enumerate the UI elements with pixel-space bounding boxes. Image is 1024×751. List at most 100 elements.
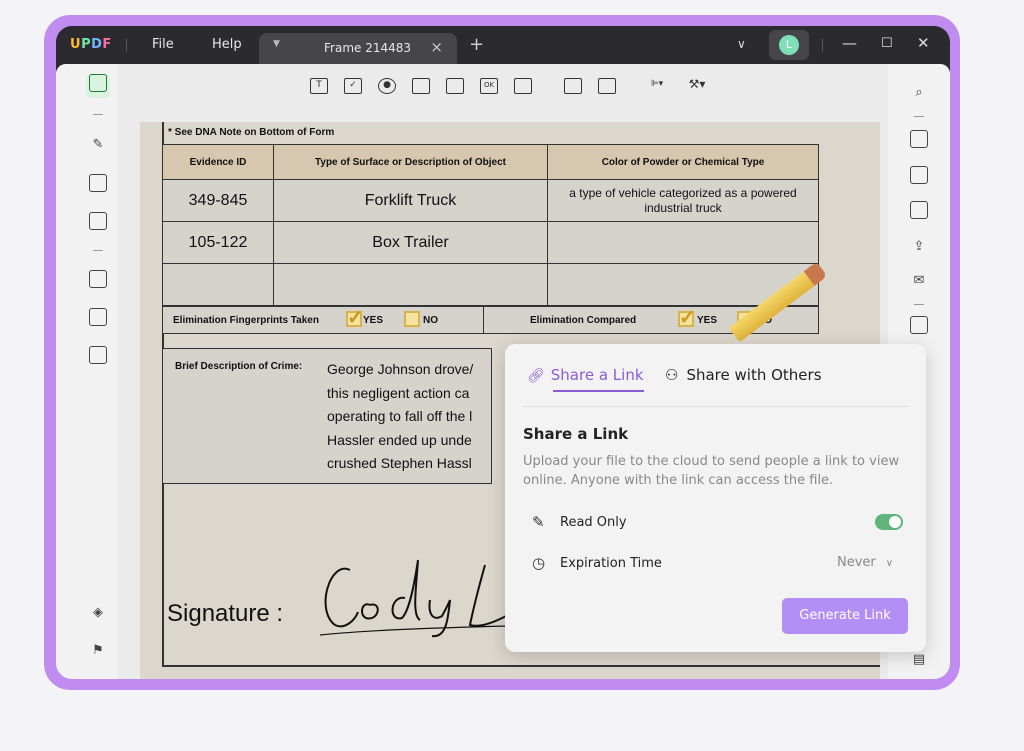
tab-title: Frame 214483	[324, 41, 412, 55]
crime-text-line: operating to fall off the l	[327, 408, 473, 424]
tab-share-link[interactable]: 🔗︎ Share a Link	[527, 366, 644, 384]
divider	[483, 307, 484, 333]
compared-yes-checkbox[interactable]	[678, 305, 696, 330]
tab-dropdown-icon[interactable]: ▼	[273, 39, 280, 49]
yes-label: YES	[697, 315, 718, 326]
expiration-select[interactable]: Never ∨	[837, 555, 893, 570]
table-row	[162, 263, 819, 306]
elimination-fingerprints-label: Elimination Fingerprints Taken	[173, 315, 319, 326]
combo-box-icon[interactable]	[412, 78, 430, 94]
popup-title: Share a Link	[523, 425, 629, 443]
divider	[914, 116, 924, 117]
maximize-icon[interactable]: ☐	[881, 36, 893, 51]
radio-button-icon[interactable]: ●	[378, 78, 396, 94]
search-icon[interactable]: ⌕	[908, 82, 930, 104]
app-logo: UPDF	[70, 37, 112, 52]
crime-text-line: Hassler ended up unde	[327, 432, 472, 448]
organize-pages-icon[interactable]	[87, 270, 109, 292]
checkbox-icon[interactable]: ✓	[344, 78, 362, 94]
crime-text-line: this negligent action ca	[327, 385, 470, 401]
share-popup: 🔗︎ Share a Link ⚇ Share with Others Share …	[505, 344, 926, 652]
comment-icon[interactable]: ▤	[908, 649, 930, 671]
reader-mode-icon[interactable]	[86, 74, 110, 98]
menu-file[interactable]: File	[152, 37, 174, 52]
pencil-off-icon: ✎	[532, 513, 545, 531]
duplicate-icon[interactable]	[564, 78, 582, 94]
tab-share-with-others[interactable]: ⚇ Share with Others	[665, 366, 822, 384]
table-cell[interactable]: Forklift Truck	[273, 179, 548, 222]
evidence-table: Evidence ID Type of Surface or Descripti…	[162, 144, 819, 306]
column-header: Color of Powder or Chemical Type	[547, 144, 819, 180]
expiration-value: Never	[837, 555, 876, 570]
form-icon[interactable]	[87, 212, 109, 234]
column-header: Evidence ID	[162, 144, 274, 180]
title-bar: UPDF File Help ▼ Frame 214483 × + ∨ L — …	[56, 26, 950, 64]
signature-label: Signature :	[167, 600, 284, 627]
left-sidebar: ✎ ◈ ⚑	[56, 64, 118, 679]
layers-icon[interactable]: ◈	[87, 602, 109, 624]
menu-help[interactable]: Help	[212, 37, 242, 52]
table-row: 105-122 Box Trailer	[162, 221, 819, 264]
crime-description-box: Brief Description of Crime: George Johns…	[162, 348, 492, 484]
separator	[822, 38, 823, 52]
table-cell[interactable]: 105-122	[162, 221, 274, 264]
elimination-compared-label: Elimination Compared	[530, 315, 637, 326]
tab-share-link-label: Share a Link	[550, 366, 644, 384]
popup-description: Upload your file to the cloud to send pe…	[523, 454, 900, 488]
crime-label: Brief Description of Crime:	[175, 361, 303, 372]
tab-close-icon[interactable]: ×	[430, 38, 443, 56]
chevron-down-icon: ∨	[885, 558, 894, 569]
protect-icon[interactable]	[908, 201, 930, 223]
generate-link-button[interactable]: Generate Link	[782, 598, 908, 634]
tab-share-others-label: Share with Others	[686, 366, 822, 384]
table-cell[interactable]: Box Trailer	[273, 221, 548, 264]
read-only-toggle[interactable]	[875, 514, 903, 530]
read-only-label: Read Only	[560, 515, 627, 530]
divider	[93, 114, 103, 115]
table-cell[interactable]	[547, 221, 819, 264]
email-icon[interactable]: ✉	[908, 270, 930, 292]
divider	[914, 304, 924, 305]
signature-field-icon[interactable]	[514, 78, 532, 94]
chevron-down-icon[interactable]: ∨	[737, 37, 746, 51]
table-cell[interactable]: a type of vehicle categorized as a power…	[547, 179, 819, 222]
document-tab[interactable]: ▼ Frame 214483 ×	[259, 33, 457, 64]
list-box-icon[interactable]	[446, 78, 464, 94]
new-tab-icon[interactable]: +	[469, 34, 484, 55]
active-tab-indicator	[553, 390, 644, 392]
highlighter-icon[interactable]: ✎	[87, 134, 109, 156]
history-icon: ◷	[532, 554, 546, 572]
tools-icon[interactable]: ⚒▾	[688, 78, 706, 94]
handwritten-signature	[319, 559, 509, 638]
crime-text-line: George Johnson drove/	[327, 361, 474, 377]
edit-pdf-icon[interactable]	[87, 174, 109, 196]
ocr-icon[interactable]	[908, 130, 930, 152]
table-row: 349-845 Forklift Truck a type of vehicle…	[162, 179, 819, 222]
avatar-initial: L	[779, 35, 799, 55]
divider	[523, 406, 908, 407]
dna-note: * See DNA Note on Bottom of Form	[168, 127, 335, 138]
separator	[126, 38, 127, 52]
grid-icon[interactable]	[598, 78, 616, 94]
crime-text-line: crushed Stephen Hassl	[327, 455, 472, 471]
table-cell[interactable]	[273, 263, 548, 306]
align-icon[interactable]: ⊫▾	[648, 78, 666, 94]
link-icon: 🔗︎	[527, 368, 545, 384]
button-field-icon[interactable]: OK	[480, 78, 498, 94]
yes-label: YES	[363, 315, 384, 326]
redact-icon[interactable]	[87, 346, 109, 368]
bookmark-icon[interactable]: ⚑	[87, 640, 109, 662]
save-icon[interactable]	[908, 316, 930, 338]
minimize-icon[interactable]: —	[842, 34, 857, 52]
expiration-time-label: Expiration Time	[560, 556, 662, 571]
avatar[interactable]: L	[769, 30, 809, 60]
text-field-icon[interactable]: T	[310, 78, 328, 94]
share-icon[interactable]: ⇪	[908, 236, 930, 258]
close-window-icon[interactable]: ✕	[917, 34, 930, 52]
crop-icon[interactable]	[87, 308, 109, 330]
fingerprints-no-checkbox[interactable]	[404, 311, 420, 327]
fingerprints-yes-checkbox[interactable]	[346, 305, 364, 330]
table-cell[interactable]	[162, 263, 274, 306]
convert-icon[interactable]	[908, 166, 930, 188]
table-cell[interactable]: 349-845	[162, 179, 274, 222]
